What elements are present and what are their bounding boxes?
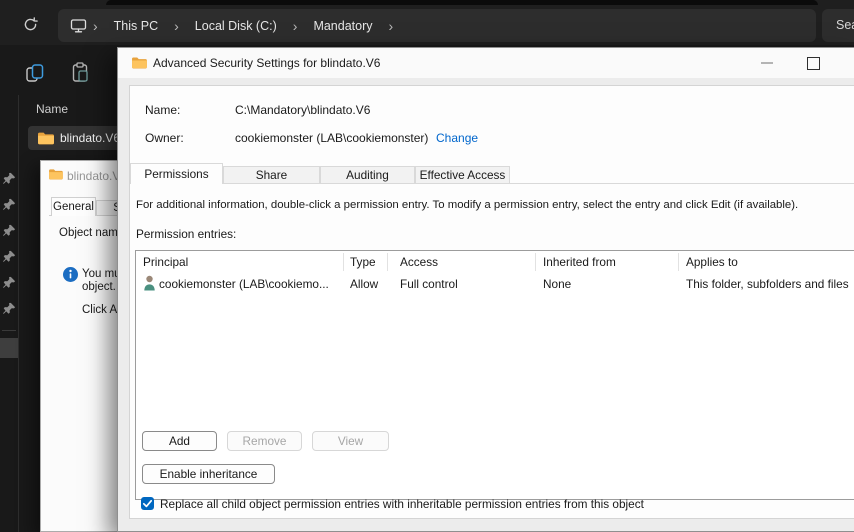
tab-effective-access[interactable]: Effective Access — [415, 166, 510, 184]
dialog-title: Advanced Security Settings for blindato.… — [153, 56, 381, 70]
sidebar-selected-item[interactable] — [0, 338, 18, 358]
cell-access: Full control — [400, 277, 458, 291]
column-divider[interactable] — [387, 253, 388, 271]
cell-principal: cookiemonster (LAB\cookiemo... — [159, 277, 329, 291]
paste-icon-glyph — [72, 62, 88, 82]
column-divider[interactable] — [535, 253, 536, 271]
enable-inheritance-button[interactable]: Enable inheritance — [142, 464, 275, 484]
breadcrumb-chevron[interactable]: › — [383, 19, 400, 33]
col-header-type[interactable]: Type — [350, 255, 376, 269]
properties-dialog-title: blindato.V — [67, 169, 121, 183]
copy-icon-glyph — [26, 64, 44, 82]
sidebar-divider — [2, 330, 16, 331]
column-divider[interactable] — [678, 253, 679, 271]
column-header-name[interactable]: Name — [36, 102, 68, 116]
pin-icon[interactable] — [3, 250, 16, 263]
breadcrumb: › This PC › Local Disk (C:) › Mandatory … — [58, 9, 816, 42]
checkmark-icon — [142, 499, 153, 508]
screen: › This PC › Local Disk (C:) › Mandatory … — [0, 0, 854, 532]
tab-permissions[interactable]: Permissions — [130, 163, 223, 184]
cell-inherited-from: None — [543, 277, 572, 291]
monitor-icon — [70, 18, 87, 32]
description-text: For additional information, double-click… — [136, 199, 799, 211]
cell-applies-to: This folder, subfolders and files — [686, 277, 849, 291]
refresh-icon-glyph — [24, 17, 38, 31]
minimize-button[interactable] — [744, 48, 790, 78]
paste-icon[interactable] — [72, 62, 92, 84]
tab-general[interactable]: General — [51, 197, 96, 216]
cell-type: Allow — [350, 277, 379, 291]
user-icon — [143, 275, 156, 291]
info-text-line2: object. — [82, 281, 116, 293]
this-pc-icon[interactable] — [58, 18, 87, 34]
col-header-principal[interactable]: Principal — [143, 255, 188, 269]
remove-button[interactable]: Remove — [227, 431, 302, 451]
breadcrumb-mandatory[interactable]: Mandatory — [303, 19, 382, 33]
file-name: blindato.V6 — [60, 131, 121, 145]
search-input[interactable]: Sea — [822, 9, 854, 42]
col-header-applies-to[interactable]: Applies to — [686, 255, 738, 269]
maximize-icon — [807, 57, 820, 70]
col-header-access[interactable]: Access — [400, 255, 438, 269]
info-icon — [63, 267, 78, 282]
add-button[interactable]: Add — [142, 431, 217, 451]
name-label: Name: — [145, 103, 181, 117]
view-button[interactable]: View — [312, 431, 389, 451]
folder-icon — [131, 56, 147, 69]
sidebar-splitter[interactable] — [18, 95, 19, 532]
pin-icon[interactable] — [3, 198, 16, 211]
breadcrumb-chevron[interactable]: › — [168, 19, 185, 33]
explorer-tab-strip — [106, 0, 818, 5]
folder-icon — [28, 131, 54, 145]
pin-icon[interactable] — [3, 172, 16, 185]
breadcrumb-chevron[interactable]: › — [87, 19, 104, 33]
change-owner-link[interactable]: Change — [436, 131, 478, 145]
name-value: C:\Mandatory\blindato.V6 — [235, 103, 371, 117]
object-name-label: Object name — [59, 227, 125, 239]
col-header-inherited-from[interactable]: Inherited from — [543, 255, 616, 269]
owner-label: Owner: — [145, 131, 184, 145]
pin-icon[interactable] — [3, 276, 16, 289]
tab-share[interactable]: Share — [223, 166, 320, 184]
copy-icon[interactable] — [25, 63, 45, 85]
permission-entries-table: Principal Type Access Inherited from App… — [135, 250, 854, 500]
pin-icon[interactable] — [3, 302, 16, 315]
minimize-icon — [761, 62, 773, 64]
breadcrumb-this-pc[interactable]: This PC — [104, 19, 168, 33]
tab-auditing[interactable]: Auditing — [320, 166, 415, 184]
refresh-icon[interactable] — [23, 17, 38, 32]
breadcrumb-local-disk-c[interactable]: Local Disk (C:) — [185, 19, 287, 33]
owner-value: cookiemonster (LAB\cookiemonster) — [235, 131, 429, 145]
folder-icon — [48, 168, 63, 180]
advanced-security-dialog: Advanced Security Settings for blindato.… — [117, 47, 854, 532]
replace-child-permissions-checkbox[interactable] — [141, 497, 154, 510]
column-divider[interactable] — [343, 253, 344, 271]
dialog-content-panel: Name: C:\Mandatory\blindato.V6 Owner: co… — [129, 85, 854, 519]
permission-entries-label: Permission entries: — [136, 227, 237, 241]
breadcrumb-chevron[interactable]: › — [287, 19, 304, 33]
replace-child-permissions-label[interactable]: Replace all child object permission entr… — [160, 497, 644, 511]
maximize-button[interactable] — [790, 48, 836, 78]
pin-icon[interactable] — [3, 224, 16, 237]
